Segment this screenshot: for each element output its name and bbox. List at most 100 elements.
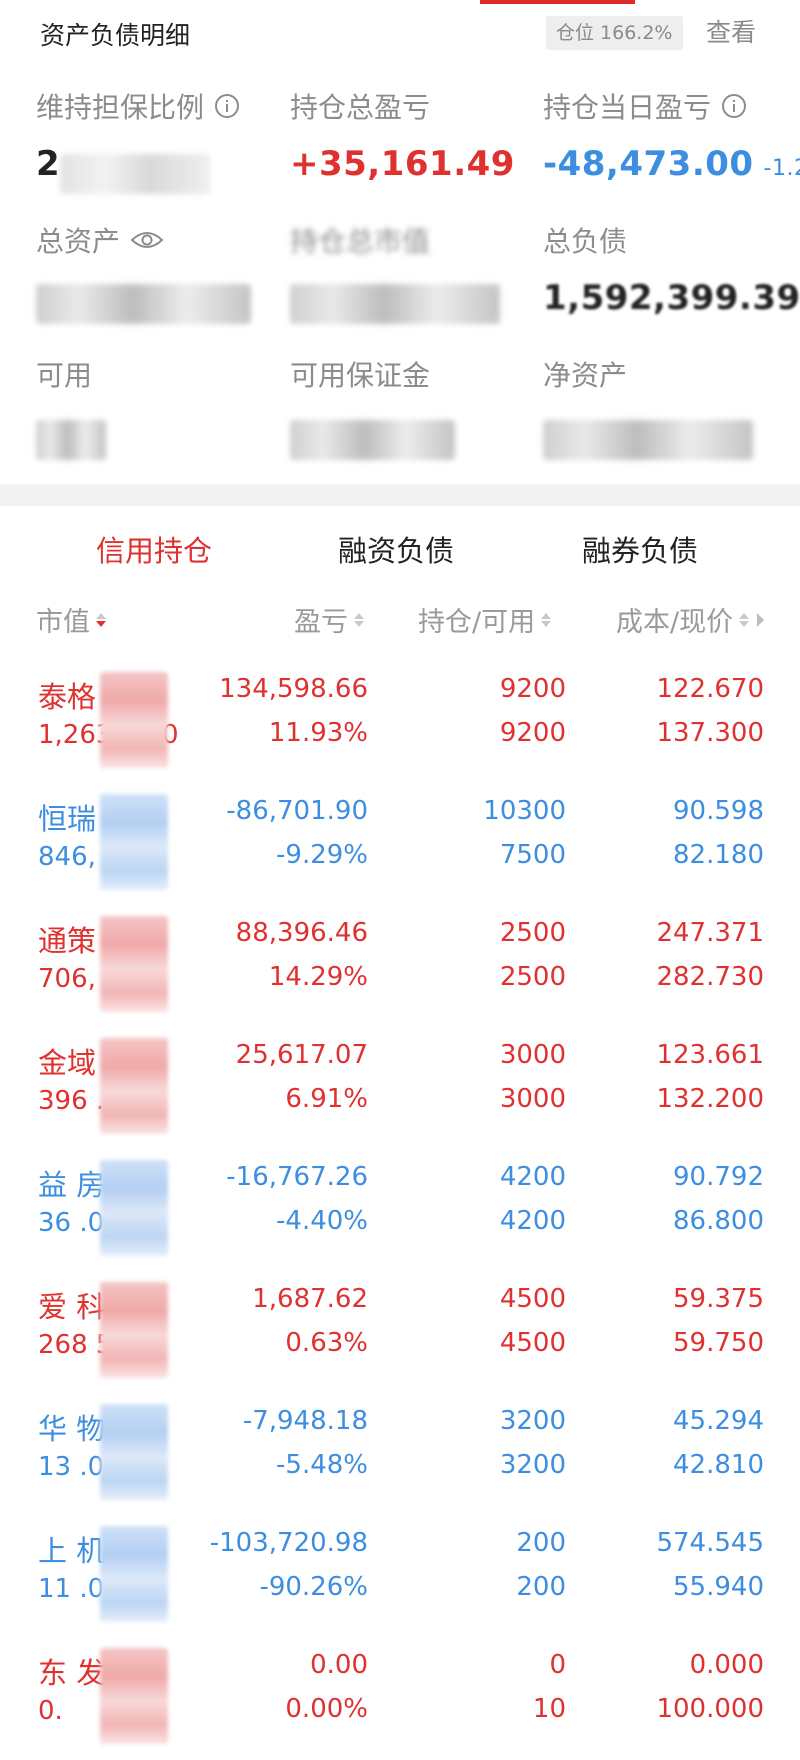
position-value: 持仓总市值 <box>290 220 540 324</box>
total-assets: 总资产 <box>36 220 286 324</box>
holding-row[interactable]: 通策 疗 706, 00 88,396.46 14.29% 2500 2500 247.37… <box>0 906 800 1028</box>
redaction-mosaic <box>100 1282 168 1378</box>
redaction-blur <box>290 420 455 460</box>
daily-pnl: 持仓当日盈亏 -48,473.00 -1.2% <box>543 86 800 184</box>
current-price: 137.300 <box>656 718 764 748</box>
position-qty: 4500 <box>499 1284 566 1314</box>
position-qty: 3200 <box>499 1406 566 1436</box>
tab-margin-debt[interactable]: 融资负债 <box>338 528 454 570</box>
available-qty: 10 <box>532 1694 566 1724</box>
redaction-mosaic <box>100 794 168 890</box>
available-qty: 200 <box>516 1572 566 1602</box>
tab-short-debt[interactable]: 融券负债 <box>582 528 698 570</box>
sort-position[interactable]: 持仓/可用 <box>418 600 552 639</box>
redaction-blur <box>60 154 210 194</box>
current-price: 82.180 <box>673 840 764 870</box>
available-qty: 3200 <box>499 1450 566 1480</box>
top-bar: 资产负债明细 仓位 166.2% 查看 <box>0 0 800 64</box>
holding-row[interactable]: 东 发债 0. 0.00 0.00% 0 10 0.000 100.000 <box>0 1638 800 1760</box>
sort-market-value[interactable]: 市值 <box>36 600 106 639</box>
view-button[interactable]: 查看 <box>706 16 756 50</box>
sort-icon <box>96 612 106 627</box>
account-summary: 维持担保比例 2 持仓总盈亏 +35,161.49 持仓当日盈亏 -48,473… <box>0 64 800 484</box>
total-pnl: 持仓总盈亏 +35,161.49 <box>290 86 540 184</box>
current-price: 132.200 <box>656 1084 764 1114</box>
cost-price: 122.670 <box>656 674 764 704</box>
chevron-right-icon[interactable] <box>755 612 765 628</box>
position-qty: 10300 <box>483 796 566 826</box>
pnl-amount: 0.00 <box>310 1650 368 1680</box>
position-ratio-badge: 仓位 166.2% <box>546 16 683 50</box>
stock-name: 华 物 <box>38 1412 106 1446</box>
available-qty: 4500 <box>499 1328 566 1358</box>
holding-row[interactable]: 泰格 药1,263 0.00134,598.6611.93%9200920012… <box>0 662 800 784</box>
current-price: 59.750 <box>673 1328 764 1358</box>
total-liabilities-value: 1,592,399.39 <box>543 278 800 318</box>
maintenance-ratio-label: 维持担保比例 <box>36 91 205 124</box>
redaction-mosaic <box>100 1038 168 1134</box>
holding-row[interactable]: 金域 学 396 .00 25,617.07 6.91% 3000 3000 123.661… <box>0 1028 800 1150</box>
pnl-percent: 6.91% <box>285 1084 368 1114</box>
eye-icon[interactable] <box>130 229 164 251</box>
holding-row[interactable]: 恒瑞 药 846, .00 -86,701.90 -9.29% 10300 7500 90.… <box>0 784 800 906</box>
position-qty: 200 <box>516 1528 566 1558</box>
pnl-percent: -9.29% <box>276 840 368 870</box>
table-header: 市值 盈亏 持仓/可用 成本/现价 <box>0 596 800 646</box>
top-accent-bar <box>480 0 635 4</box>
sort-icon <box>739 612 750 627</box>
sort-pnl[interactable]: 盈亏 <box>294 600 364 639</box>
pnl-amount: 88,396.46 <box>235 918 368 948</box>
holding-row[interactable]: 益 房 36 .00 -16,767.26 -4.40% 4200 4200 90.792 8… <box>0 1150 800 1272</box>
pnl-amount: -7,948.18 <box>242 1406 368 1436</box>
daily-pnl-value: -48,473.00 <box>543 144 754 184</box>
available-funds: 可用 <box>36 354 286 460</box>
total-liabilities-label: 总负债 <box>543 225 628 258</box>
total-liabilities: 总负债 1,592,399.39 <box>543 220 800 318</box>
sort-cost-price[interactable]: 成本/现价 <box>616 600 765 639</box>
redaction-mosaic <box>100 1160 168 1256</box>
redaction-mosaic <box>100 1526 168 1622</box>
column-position: 持仓/可用 <box>418 607 536 638</box>
info-icon[interactable] <box>214 93 240 119</box>
holding-row[interactable]: 华 物 13 .00 -7,948.18 -5.48% 3200 3200 45.294 42… <box>0 1394 800 1516</box>
redaction-mosaic <box>100 1404 168 1500</box>
pnl-percent: 11.93% <box>268 718 368 748</box>
section-divider <box>0 484 800 506</box>
pnl-percent: -90.26% <box>259 1572 368 1602</box>
pnl-amount: -86,701.90 <box>226 796 368 826</box>
cost-price: 59.375 <box>673 1284 764 1314</box>
available-qty: 4200 <box>499 1206 566 1236</box>
holding-row[interactable]: 上 机场 11 .00 -103,720.98 -90.26% 200 200 574.54… <box>0 1516 800 1638</box>
redaction-mosaic <box>100 672 168 768</box>
holding-row[interactable]: 爱 科 268 5.00 1,687.62 0.63% 4500 4500 59.375 59… <box>0 1272 800 1394</box>
daily-pnl-label: 持仓当日盈亏 <box>543 91 712 124</box>
available-margin-label: 可用保证金 <box>290 359 431 392</box>
available-label: 可用 <box>36 359 93 392</box>
current-price: 55.940 <box>673 1572 764 1602</box>
available-qty: 9200 <box>499 718 566 748</box>
cost-price: 247.371 <box>656 918 764 948</box>
position-qty: 3000 <box>499 1040 566 1070</box>
total-pnl-label: 持仓总盈亏 <box>290 91 431 124</box>
redaction-mosaic <box>100 1648 168 1744</box>
current-price: 86.800 <box>673 1206 764 1236</box>
cost-price: 90.792 <box>673 1162 764 1192</box>
column-market-value: 市值 <box>36 607 90 638</box>
redaction-blur <box>36 284 251 324</box>
info-icon[interactable] <box>721 93 747 119</box>
stock-name: 爱 科 <box>38 1290 106 1324</box>
pnl-percent: -5.48% <box>276 1450 368 1480</box>
pnl-percent: 14.29% <box>268 962 368 992</box>
pnl-percent: 0.63% <box>285 1328 368 1358</box>
pnl-amount: 25,617.07 <box>235 1040 368 1070</box>
pnl-percent: -4.40% <box>276 1206 368 1236</box>
pnl-amount: 134,598.66 <box>219 674 368 704</box>
cost-price: 574.545 <box>656 1528 764 1558</box>
position-qty: 4200 <box>499 1162 566 1192</box>
tab-credit-positions[interactable]: 信用持仓 <box>96 528 212 570</box>
current-price: 100.000 <box>656 1694 764 1724</box>
position-qty: 2500 <box>499 918 566 948</box>
total-pnl-value: +35,161.49 <box>290 144 515 184</box>
daily-pnl-pct: -1.2% <box>763 156 800 181</box>
position-value-label: 持仓总市值 <box>290 225 431 258</box>
